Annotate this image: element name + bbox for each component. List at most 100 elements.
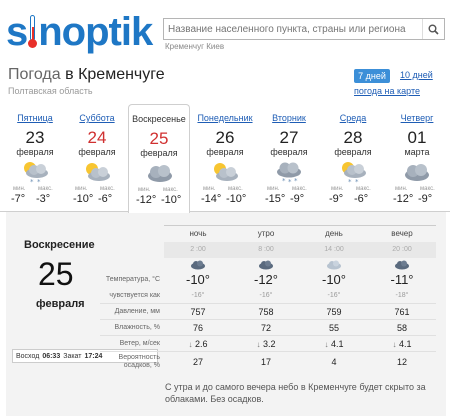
day-month: февраля (270, 147, 308, 157)
pressure-value: 758 (232, 303, 300, 320)
max-temp: -9° (290, 193, 305, 205)
time-cell: 8 :00 (232, 241, 300, 258)
wind-value: 2.6 (195, 338, 208, 349)
search-icon (428, 24, 439, 35)
search-input[interactable] (164, 19, 422, 39)
min-temp: -10° (73, 193, 94, 205)
svg-text:*: * (288, 178, 292, 184)
precipitation-value: 4 (331, 356, 337, 367)
day-card[interactable]: Воскресенье 25 февраля мин. макс. -12° -10° (128, 104, 190, 213)
logo-text-end: noptik (38, 10, 153, 54)
wind-direction-icon: ↓ (392, 339, 397, 349)
max-temp: -6° (98, 193, 113, 205)
sunrise-label: Восход (16, 352, 40, 360)
svg-text:*: * (355, 178, 359, 184)
day-name: Суббота (79, 113, 115, 123)
humidity-value: 55 (300, 319, 368, 336)
feels-like-value: -18° (368, 287, 436, 304)
day-card[interactable]: Суббота 24 февраля мин. макс. -10° -6° (66, 104, 128, 212)
svg-text:*: * (282, 177, 286, 184)
day-date: 28 (343, 128, 363, 147)
humidity-value: 76 (164, 319, 232, 336)
cloud-snow-sun-icon: * * (342, 162, 366, 184)
day-card[interactable]: Среда 28 февраля * * мин. макс. -9° -6° (322, 104, 384, 212)
day-date: 26 (215, 128, 235, 147)
precipitation-value: 12 (396, 356, 407, 367)
day-name: Среда (339, 113, 367, 123)
time-cell: 20 :00 (368, 241, 436, 258)
day-card[interactable]: Пятница 23 февраля * * мин. макс. -7° -3° (4, 104, 66, 212)
svg-text:*: * (37, 178, 41, 184)
max-label: макс. (356, 186, 371, 192)
svg-text:*: * (30, 178, 34, 184)
wind-value: 4.1 (399, 338, 412, 349)
day-name: Четверг (400, 113, 434, 123)
humidity-row: Влажность, % 76 72 55 58 (100, 319, 436, 336)
region-label: Полтавская область (8, 86, 93, 96)
min-label: мин. (267, 186, 280, 192)
temperature-label: Температура, °C (105, 276, 160, 283)
thermometer-icon (28, 15, 38, 49)
precipitation-value: 27 (192, 356, 203, 367)
svg-text:*: * (294, 177, 298, 184)
page-title: Погода в Кременчуге (8, 66, 165, 84)
temperature-value: -10° (186, 272, 210, 287)
day-month: февраля (140, 148, 178, 158)
day-month: февраля (206, 147, 244, 157)
day-month: февраля (16, 147, 54, 157)
precipitation-label: Вероятность осадков, % (118, 353, 160, 369)
day-strip: Пятница 23 февраля * * мин. макс. -7° -3° Суббота… (0, 104, 450, 213)
search-button[interactable] (422, 19, 444, 39)
time-cell: 2 :00 (164, 241, 232, 258)
min-label: мин. (75, 186, 88, 192)
map-link[interactable]: погода на карте (354, 86, 420, 96)
humidity-value: 72 (232, 319, 300, 336)
max-temp: -10° (226, 193, 247, 205)
day-date: 27 (279, 128, 299, 147)
tab-7-days[interactable]: 7 дней (354, 69, 390, 83)
feels-like-value: -16° (164, 287, 232, 304)
pressure-row: Давление, мм 757 758 759 761 (100, 303, 436, 320)
min-label: мин. (395, 186, 408, 192)
temperature-value: -11° (390, 272, 414, 287)
time-row: 2 :00 8 :00 14 :00 20 :00 (100, 241, 436, 258)
min-label: мин. (13, 186, 26, 192)
min-label: мин. (138, 187, 151, 193)
wind-cell: ↓ 4.1 (300, 335, 368, 352)
temperature-value: -12° (254, 272, 278, 287)
title-city: в Кременчуге (65, 66, 165, 83)
detail-month: февраля (36, 298, 85, 310)
hourly-table: ночь утро день вечер 2 :00 8 :00 14 :00 … (100, 225, 436, 372)
cloud-icon (191, 260, 205, 269)
min-temp: -12° (136, 194, 157, 206)
day-card[interactable]: Четверг 01 марта мин. макс. -12° -9° (386, 104, 448, 212)
wind-value: 3.2 (263, 338, 276, 349)
temperature-row: Температура, °C -10° -12° -10° -11° (100, 272, 436, 288)
feels-like-value: -16° (300, 287, 368, 304)
wind-value: 4.1 (331, 338, 344, 349)
max-label: макс. (38, 186, 53, 192)
min-temp: -9° (329, 193, 344, 205)
day-card[interactable]: Вторник 27 февраля * * * мин. макс. -15° -9° (258, 104, 320, 212)
recent-searches[interactable]: Кременчуг Киев (165, 42, 224, 51)
cloud-snow-sun-icon: * * (24, 162, 48, 184)
temperature-value: -10° (322, 272, 346, 287)
humidity-value: 58 (368, 319, 436, 336)
tab-10-days[interactable]: 10 дней (400, 70, 433, 80)
detail-day-name: Воскресение (24, 239, 95, 251)
feels-like-row: чувствуется как -16° -16° -16° -18° (100, 287, 436, 304)
day-date: 01 (407, 128, 427, 147)
cloud-snow-icon: * * * (277, 162, 301, 184)
day-month: февраля (78, 147, 116, 157)
cloud-sun-icon (214, 163, 238, 181)
search-box (163, 18, 445, 40)
logo[interactable]: s noptik (6, 8, 153, 54)
pressure-value: 759 (300, 303, 368, 320)
day-name: Пятница (17, 113, 53, 123)
cloud-icon (405, 164, 429, 181)
day-date: 24 (87, 128, 107, 147)
day-card[interactable]: Понедельник 26 февраля мин. макс. -14° -10° (194, 104, 256, 212)
logo-text-start: s (6, 10, 28, 54)
cloud-icon (395, 260, 409, 269)
max-label: макс. (100, 186, 115, 192)
